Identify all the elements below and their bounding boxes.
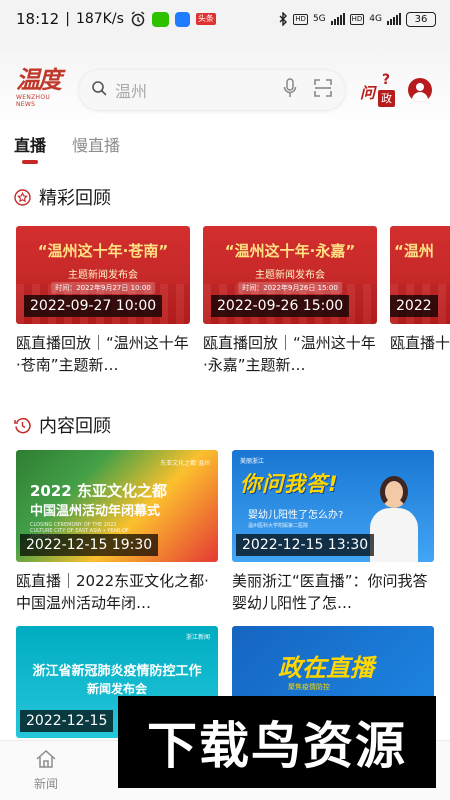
content-caption-2[interactable]: 美丽浙江“医直播”：你问我答 婴幼儿阳性了怎… [232, 570, 434, 614]
ask-government-button[interactable]: 问 ? 政 [360, 72, 396, 108]
app-header: 温度 WENZHOU NEWS 温州 问 ? 政 [0, 38, 450, 126]
toutiao-icon: 头条 [195, 13, 216, 25]
highlight-card-3[interactable]: “温州 2022 瓯直播十年· [390, 226, 450, 376]
tab-slow-live[interactable]: 慢直播 [72, 132, 120, 156]
thumbnail-headline: “温州 [394, 242, 434, 260]
signal-icon [330, 13, 345, 25]
date-stamp: 2022-12-15 [20, 710, 114, 732]
bluetooth-icon [278, 12, 288, 26]
signal-icon-2 [387, 13, 401, 25]
thumbnail-time: 时间：2022年9月27日 10:00 [51, 282, 155, 294]
thumbnail-time: 时间：2022年9月26日 15:00 [238, 282, 342, 294]
content-card-1[interactable]: 东亚文化之都·温州 2022 东亚文化之都 中国温州活动年闭幕式 CLOSING… [16, 450, 218, 614]
highlight-caption-2[interactable]: 瓯直播回放｜“温州这十年·永嘉”主题新… [203, 332, 377, 376]
thumbnail-subhead: 主题新闻发布会 [255, 270, 325, 281]
question-mark-icon: ? [382, 72, 391, 88]
ask-text: 问 [360, 84, 376, 102]
status-divider: | [65, 11, 70, 27]
thumbnail-line1: 政在直播 [278, 654, 374, 682]
thumbnail-badge: 美丽浙江 [240, 458, 265, 465]
logo-subtitle: WENZHOU NEWS [16, 94, 51, 108]
ask-badge: 政 [378, 90, 395, 107]
content-caption-1[interactable]: 瓯直播｜2022东亚文化之都·中国温州活动年闭… [16, 570, 218, 614]
battery-indicator: 36 [406, 11, 436, 27]
hd-badge: HD [293, 13, 308, 25]
thumbnail-line2: 中国温州活动年闭幕式 [30, 504, 161, 519]
highlight-thumbnail-1[interactable]: “温州这十年·苍南” 主题新闻发布会 时间：2022年9月27日 10:00 2… [16, 226, 190, 324]
thumbnail-headline: “温州这十年·永嘉” [224, 242, 356, 260]
contents-title: 内容回顾 [39, 416, 111, 437]
thumbnail-line1: 2022 东亚文化之都 [30, 482, 167, 500]
home-icon [35, 749, 57, 773]
date-stamp: 2022 [390, 295, 438, 317]
date-stamp: 2022-12-15 19:30 [20, 534, 159, 556]
status-bar: 18:12 | 187K/s 头条 HD 5G HD 4G 36 [0, 0, 450, 38]
thumbnail-badge: 东亚文化之都·温州 [160, 460, 210, 467]
thumbnail-badge: 浙江新闻 [185, 634, 210, 641]
network-type-2: 4G [369, 14, 382, 24]
hd-badge-2: HD [349, 13, 365, 25]
thumbnail-line2: 婴幼儿阳性了怎么办? [248, 510, 344, 521]
thumbnail-line1: 你问我答! [240, 472, 339, 496]
watermark-banner: 下载鸟资源 [118, 696, 436, 788]
search-input[interactable]: 温州 [115, 78, 283, 102]
nav-label-news: 新闻 [33, 777, 58, 791]
highlight-caption-1[interactable]: 瓯直播回放｜“温州这十年·苍南”主题新… [16, 332, 190, 376]
date-stamp: 2022-09-27 10:00 [24, 295, 163, 317]
logo-text: 温度 [16, 65, 62, 94]
highlight-caption-3[interactable]: 瓯直播十年· [390, 332, 450, 376]
search-bar[interactable]: 温州 [78, 69, 346, 111]
tab-bar: 直播 慢直播 [0, 126, 450, 168]
app-notification-icon [174, 11, 190, 27]
content-card-2[interactable]: 美丽浙江 你问我答! 婴幼儿阳性了怎么办? 温州医科大学附属第二医院 2022-… [232, 450, 434, 614]
thumbnail-line2: 聚焦疫情防控 [288, 683, 330, 691]
nav-item-news[interactable]: 新闻 [26, 749, 66, 792]
content-thumbnail-2[interactable]: 美丽浙江 你问我答! 婴幼儿阳性了怎么办? 温州医科大学附属第二医院 2022-… [232, 450, 434, 562]
thumbnail-line3: 温州医科大学附属第二医院 [248, 523, 309, 529]
tab-live[interactable]: 直播 [14, 132, 46, 156]
thumbnail-line1: 浙江省新冠肺炎疫情防控工作 [32, 664, 202, 679]
highlights-title: 精彩回顾 [39, 188, 111, 209]
doctor-photo [370, 470, 418, 562]
date-stamp: 2022-12-15 13:30 [236, 534, 375, 556]
app-logo[interactable]: 温度 WENZHOU NEWS [16, 66, 70, 116]
wechat-icon [151, 11, 169, 27]
highlights-section-header: 精彩回顾 [14, 184, 111, 210]
history-clock-icon [14, 417, 31, 434]
thumbnail-line2: 新闻发布会 [86, 682, 147, 696]
user-avatar-icon[interactable] [408, 78, 432, 102]
alarm-icon [130, 11, 146, 27]
highlight-card-1[interactable]: “温州这十年·苍南” 主题新闻发布会 时间：2022年9月27日 10:00 2… [16, 226, 190, 376]
active-tab-indicator [22, 160, 38, 164]
highlight-thumbnail-3[interactable]: “温州 2022 [390, 226, 450, 324]
search-icon [91, 80, 107, 100]
thumbnail-subhead: 主题新闻发布会 [68, 270, 138, 281]
star-badge-icon [14, 188, 31, 206]
network-type: 5G [312, 14, 326, 24]
content-thumbnail-1[interactable]: 东亚文化之都·温州 2022 东亚文化之都 中国温州活动年闭幕式 CLOSING… [16, 450, 218, 562]
highlight-card-2[interactable]: “温州这十年·永嘉” 主题新闻发布会 时间：2022年9月26日 15:00 2… [203, 226, 377, 376]
network-speed: 187K/s [75, 11, 124, 27]
watermark-text: 下载鸟资源 [147, 717, 407, 775]
highlight-thumbnail-2[interactable]: “温州这十年·永嘉” 主题新闻发布会 时间：2022年9月26日 15:00 2… [203, 226, 377, 324]
microphone-icon[interactable] [283, 78, 297, 102]
scan-icon[interactable] [313, 78, 333, 102]
contents-section-header: 内容回顾 [14, 412, 111, 438]
date-stamp: 2022-09-26 15:00 [211, 295, 350, 317]
thumbnail-headline: “温州这十年·苍南” [37, 242, 169, 260]
status-time: 18:12 [16, 10, 60, 28]
